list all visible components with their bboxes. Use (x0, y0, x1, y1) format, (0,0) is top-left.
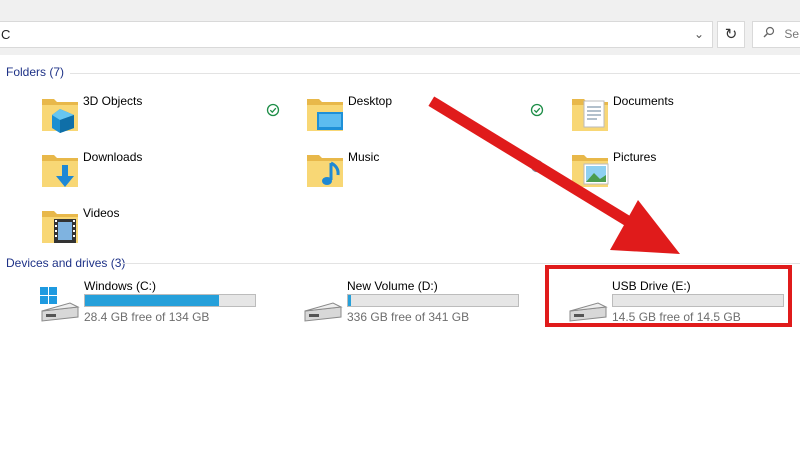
annotation-arrow-icon (428, 96, 680, 254)
